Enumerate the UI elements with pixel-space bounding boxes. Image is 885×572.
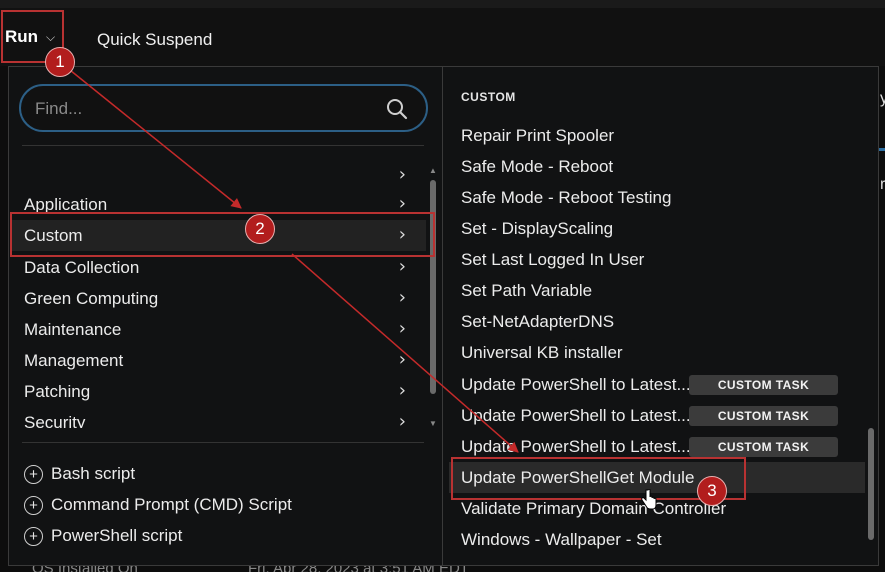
top-strip [0,0,885,8]
script-label: Set Path Variable [461,280,593,300]
script-item[interactable]: Repair Print Spooler [449,120,865,151]
script-item[interactable]: Safe Mode - Reboot Testing [449,182,865,213]
panel-divider [442,67,443,565]
chevron-right-icon: › [398,349,406,370]
chevron-right-icon: › [398,411,406,428]
plus-circle-icon: + [24,495,43,515]
search-box[interactable] [19,84,428,132]
search-input[interactable] [35,96,375,122]
hand-cursor-icon [641,489,657,510]
script-item[interactable]: Set - DisplayScaling [449,213,865,244]
step-badge-3: 3 [697,476,727,506]
add-action-label: Bash script [51,464,136,483]
divider [22,442,424,443]
script-label: Repair Print Spooler [461,125,615,145]
custom-section-header: CUSTOM [461,90,516,104]
chevron-right-icon: › [398,164,406,185]
script-label: Update PowerShell to Latest... [461,405,691,425]
chevron-right-icon: › [398,318,406,339]
script-label: Universal KB installer [461,342,623,362]
category-item-maintenance[interactable]: Maintenance › [10,314,426,345]
script-label: Update PowerShell to Latest... [461,374,691,394]
background-accent-line [879,148,885,151]
script-label: Validate Primary Domain Controller [461,498,727,518]
category-label: Patching [24,381,91,401]
quick-suspend-button[interactable]: Quick Suspend [97,30,212,50]
step-badge-2: 2 [245,214,275,244]
plus-circle-icon: + [24,464,43,484]
add-cmd-script[interactable]: + Command Prompt (CMD) Script [24,495,292,515]
search-icon[interactable] [386,98,408,120]
step-badge-1: 1 [45,47,75,77]
background-text-edge: y [880,90,885,107]
script-label: Update PowerShell to Latest... [461,436,691,456]
script-item[interactable]: Set Last Logged In User [449,244,865,275]
script-item[interactable]: Set Path Variable [449,275,865,306]
category-item-green-computing[interactable]: Green Computing › [10,283,426,314]
scripts-scrollbar[interactable] [866,118,876,562]
script-label: Set - DisplayScaling [461,218,614,238]
custom-task-badge: CUSTOM TASK [689,375,838,395]
chevron-right-icon: › [398,256,406,277]
category-label: Green Computing [24,288,159,308]
add-bash-script[interactable]: + Bash script [24,464,135,484]
annotation-box-custom [10,212,435,257]
script-item[interactable]: Safe Mode - Reboot [449,151,865,182]
category-item-security[interactable]: Security › [10,407,426,428]
category-label: Management [24,350,124,370]
category-label: Data Collection [24,257,140,277]
scrollbar-thumb[interactable] [868,428,874,540]
plus-circle-icon: + [24,526,43,546]
background-text-edge: r [880,176,885,193]
custom-task-badge: CUSTOM TASK [689,406,838,426]
script-label: Safe Mode - Reboot [461,156,614,176]
add-action-label: PowerShell script [51,526,183,545]
scroll-down-icon[interactable]: ▼ [428,419,438,428]
script-label: Windows - Wallpaper - Set [461,529,662,549]
category-list: › Application › Custom › Data Collection… [10,160,426,428]
script-item[interactable]: Windows - Wallpaper - Set [449,524,865,555]
chevron-right-icon: › [398,193,406,214]
chevron-right-icon: › [398,380,406,401]
category-item-management[interactable]: Management › [10,345,426,376]
script-label: Set Last Logged In User [461,249,645,269]
category-label: Security [24,412,86,429]
script-label: Set-NetAdapterDNS [461,311,615,331]
add-powershell-script[interactable]: + PowerShell script [24,526,182,546]
script-label: Safe Mode - Reboot Testing [461,187,672,207]
category-item-patching[interactable]: Patching › [10,376,426,407]
divider [22,145,424,146]
chevron-right-icon: › [398,287,406,308]
custom-task-badge: CUSTOM TASK [689,437,838,457]
script-item[interactable]: Set-NetAdapterDNS [449,306,865,337]
category-item[interactable]: › [10,160,426,191]
scroll-up-icon[interactable]: ▲ [428,166,438,175]
category-scrollbar[interactable]: ▲ ▼ [428,166,438,428]
script-item[interactable]: Universal KB installer [449,337,865,368]
add-action-label: Command Prompt (CMD) Script [51,495,292,514]
category-label: Maintenance [24,319,122,339]
